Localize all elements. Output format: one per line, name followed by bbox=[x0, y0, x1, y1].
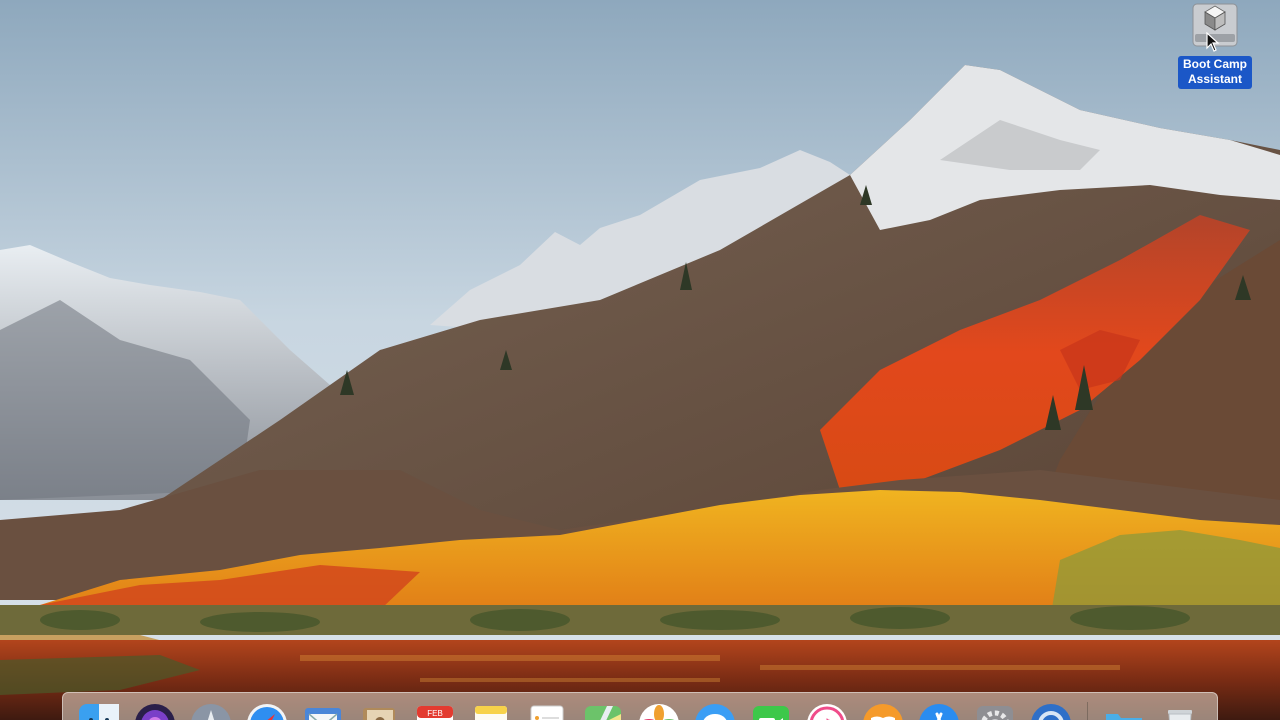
trash-icon bbox=[1168, 710, 1192, 720]
dock-messages[interactable] bbox=[691, 700, 739, 720]
dock-calendar[interactable]: FEB bbox=[411, 700, 459, 720]
desktop-icon-label: Boot Camp Assistant bbox=[1178, 56, 1252, 89]
dock-quicktime[interactable] bbox=[1027, 700, 1075, 720]
facetime-icon bbox=[753, 706, 789, 720]
siri-icon bbox=[135, 704, 175, 720]
reminders-icon bbox=[530, 705, 564, 720]
svg-text:♪: ♪ bbox=[822, 715, 832, 720]
messages-icon bbox=[695, 704, 735, 720]
mouse-pointer-icon bbox=[1206, 31, 1220, 52]
dock-siri[interactable] bbox=[131, 700, 179, 720]
dock-itunes[interactable]: ♪ bbox=[803, 700, 851, 720]
dock-maps[interactable] bbox=[579, 700, 627, 720]
dock-reminders[interactable] bbox=[523, 700, 571, 720]
dock-mail[interactable] bbox=[299, 700, 347, 720]
dock-contacts[interactable] bbox=[355, 700, 403, 720]
finder-icon bbox=[79, 704, 119, 720]
dock-finder[interactable] bbox=[75, 700, 123, 720]
dock-downloads-folder[interactable] bbox=[1100, 700, 1148, 720]
maps-icon bbox=[585, 706, 621, 720]
dock-launchpad[interactable] bbox=[187, 700, 235, 720]
launchpad-icon bbox=[191, 704, 231, 720]
quicktime-icon bbox=[1031, 704, 1071, 720]
dock-divider bbox=[1087, 702, 1088, 720]
photos-icon bbox=[639, 704, 679, 720]
dock-system-preferences[interactable] bbox=[971, 700, 1019, 720]
mail-icon bbox=[305, 708, 341, 720]
ibooks-icon bbox=[863, 704, 903, 720]
dock-notes[interactable] bbox=[467, 700, 515, 720]
calendar-icon: FEB bbox=[417, 706, 453, 720]
calendar-month: FEB bbox=[427, 709, 443, 718]
folder-icon bbox=[1106, 714, 1142, 720]
contacts-icon bbox=[363, 708, 395, 720]
gear-icon bbox=[977, 706, 1013, 720]
dock-safari[interactable] bbox=[243, 700, 291, 720]
notes-icon bbox=[475, 706, 507, 720]
dock-app-store[interactable] bbox=[915, 700, 963, 720]
app-store-icon bbox=[919, 704, 959, 720]
dock-ibooks[interactable] bbox=[859, 700, 907, 720]
dock-trash[interactable] bbox=[1156, 700, 1204, 720]
itunes-icon: ♪ bbox=[807, 704, 847, 720]
dock-facetime[interactable] bbox=[747, 700, 795, 720]
safari-icon bbox=[247, 704, 287, 720]
desktop-wallpaper bbox=[0, 0, 1280, 720]
dock: FEB bbox=[62, 692, 1218, 720]
dock-photos[interactable] bbox=[635, 700, 683, 720]
